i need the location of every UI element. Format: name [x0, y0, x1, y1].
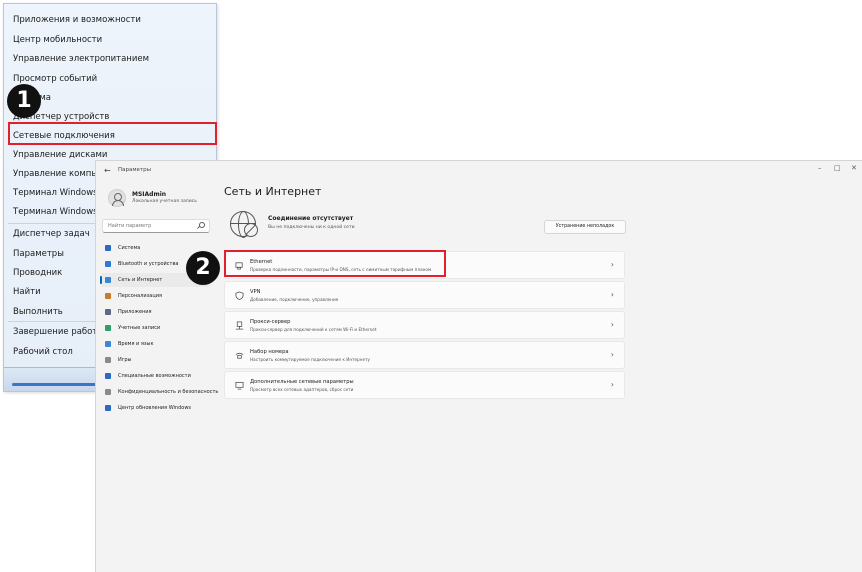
chevron-right-icon: ›: [610, 260, 614, 269]
avatar-icon: [108, 189, 126, 207]
apps-icon: [105, 309, 111, 315]
search-icon[interactable]: [199, 222, 205, 228]
accessibility-icon: [105, 373, 111, 379]
wifi-icon: [105, 277, 111, 283]
nav-item-apps[interactable]: Приложения: [96, 305, 216, 319]
nav-label: Время и язык: [118, 341, 154, 347]
dialup-icon: [235, 352, 244, 359]
settings-window: ← Параметры – □ ✕ MSIAdmin Локальная уче…: [95, 160, 862, 572]
card-proxy[interactable]: Прокси-сервер Прокси-сервер для подключе…: [224, 311, 625, 339]
nav-label: Игры: [118, 357, 132, 363]
bluetooth-icon: [105, 261, 111, 267]
card-title: Набор номера: [250, 349, 289, 355]
nav-label: Конфиденциальность и безопасность: [118, 389, 219, 395]
maximize-button[interactable]: □: [834, 164, 841, 172]
chevron-right-icon: ›: [610, 320, 614, 329]
card-subtitle: Просмотр всех сетевых адаптеров, сброс с…: [250, 387, 354, 392]
card-dialup[interactable]: Набор номера Настроить коммутируемое под…: [224, 341, 625, 369]
card-subtitle: Прокси-сервер для подключений к сетям Wi…: [250, 327, 377, 332]
screenshot-stage: Приложения и возможности Центр мобильнос…: [0, 0, 862, 572]
card-advanced-network[interactable]: Дополнительные сетевые параметры Просмот…: [224, 371, 625, 399]
close-button[interactable]: ✕: [851, 164, 857, 172]
system-icon: [105, 245, 111, 251]
nav-label: Приложения: [118, 309, 152, 315]
status-title: Соединение отсутствует: [268, 215, 354, 222]
card-vpn[interactable]: VPN Добавление, подключение, управление …: [224, 281, 625, 309]
nav-item-time-language[interactable]: Время и язык: [96, 337, 216, 351]
proxy-icon: [235, 321, 244, 330]
nav-label: Учетные записи: [118, 325, 161, 331]
nav-item-windows-update[interactable]: Центр обновления Windows: [96, 401, 216, 415]
nav-label: Центр обновления Windows: [118, 405, 192, 411]
menu-item-mobility-center[interactable]: Центр мобильности: [4, 30, 216, 50]
card-title: Дополнительные сетевые параметры: [250, 379, 354, 385]
person-icon: [105, 325, 111, 331]
nav-item-personalization[interactable]: Персонализация: [96, 289, 216, 303]
step-badge-1: 1: [7, 84, 41, 118]
step-badge-2: 2: [186, 251, 220, 285]
chevron-right-icon: ›: [610, 350, 614, 359]
chevron-right-icon: ›: [610, 380, 614, 389]
card-subtitle: Добавление, подключение, управление: [250, 297, 339, 302]
active-indicator: [100, 276, 102, 284]
title-bar: ← Параметры – □ ✕: [96, 161, 862, 183]
gamepad-icon: [105, 357, 111, 363]
nav-label: Специальные возможности: [118, 373, 191, 379]
chevron-right-icon: ›: [610, 290, 614, 299]
status-subtitle: Вы не подключены ни к одной сети: [268, 225, 355, 230]
brush-icon: [105, 293, 111, 299]
nav-item-gaming[interactable]: Игры: [96, 353, 216, 367]
shield-icon: [105, 389, 111, 395]
update-icon: [105, 405, 111, 411]
search-input[interactable]: Найти параметр: [102, 219, 210, 233]
menu-item-power-options[interactable]: Управление электропитанием: [4, 49, 216, 69]
menu-item-apps-features[interactable]: Приложения и возможности: [4, 10, 216, 30]
nav-item-accessibility[interactable]: Специальные возможности: [96, 369, 216, 383]
nav-item-privacy[interactable]: Конфиденциальность и безопасность: [96, 385, 219, 399]
back-arrow-icon[interactable]: ←: [104, 166, 111, 175]
card-title: VPN: [250, 289, 261, 295]
nav-label: Система: [118, 245, 141, 251]
network-connections-highlight: [8, 122, 217, 145]
menu-item-event-viewer[interactable]: Просмотр событий: [4, 69, 216, 89]
monitor-icon: [235, 381, 244, 390]
troubleshoot-button[interactable]: Устранение неполадок: [544, 220, 626, 234]
window-title: Параметры: [118, 167, 151, 173]
ethernet-highlight: [224, 250, 446, 277]
globe-clock-icon: [105, 341, 111, 347]
page-title: Сеть и Интернет: [224, 185, 322, 198]
card-title: Прокси-сервер: [250, 319, 291, 325]
user-name: MSIAdmin: [132, 191, 167, 198]
nav-label: Сеть и Интернет: [118, 277, 163, 283]
no-connection-icon: [244, 223, 258, 237]
nav-label: Bluetooth и устройства: [118, 261, 179, 267]
card-subtitle: Настроить коммутируемое подключение к Ин…: [250, 357, 371, 362]
nav-label: Персонализация: [118, 293, 162, 299]
vpn-shield-icon: [235, 291, 244, 300]
account-type: Локальная учетная запись: [132, 199, 197, 204]
minimize-button[interactable]: –: [818, 164, 822, 172]
nav-item-accounts[interactable]: Учетные записи: [96, 321, 216, 335]
